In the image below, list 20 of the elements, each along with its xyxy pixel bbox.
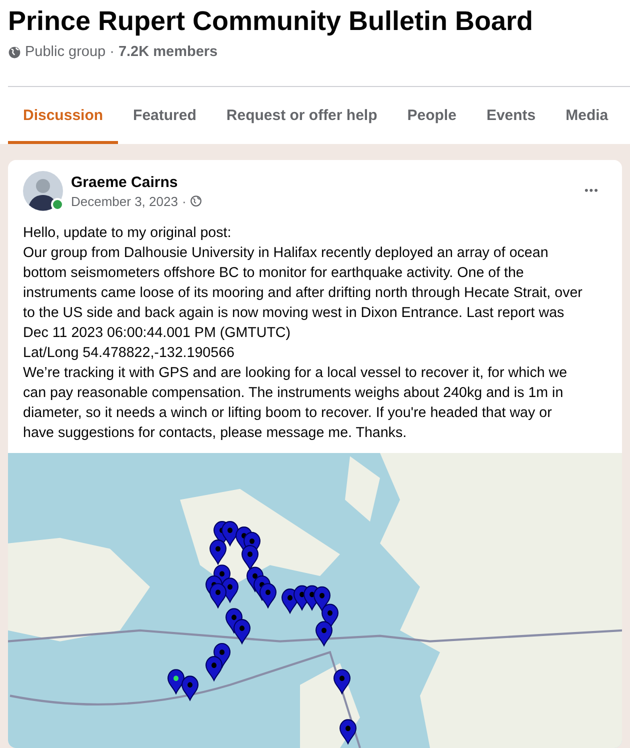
group-tab[interactable]: People: [392, 87, 472, 144]
separator-dot: ·: [182, 194, 186, 208]
more-options-button[interactable]: •••: [576, 181, 607, 201]
post-text: Dec 11 2023 06:00:44.001 PM (GMTUTC): [23, 324, 292, 343]
group-tab[interactable]: Media: [550, 87, 624, 144]
group-tab[interactable]: Discussion: [8, 87, 118, 144]
post-text: Our group from Dalhousie University in Halifax recently deployed an array of ocean bottom seismometers offshore BC to monitor for earthquake activity. One of the instruments came loose of its mooring and after drifting north through Hecate Strait, over to the US side and back again is now moving west in Dixon Entrance. Last report was: [23, 244, 584, 323]
post-text: Hello, update to my original post:: [23, 224, 232, 243]
separator-dot: ·: [110, 44, 114, 60]
member-count: 7.2K members: [118, 44, 218, 60]
author-name[interactable]: Graeme Cairns: [71, 174, 576, 190]
group-title: Prince Rupert Community Bulletin Board: [8, 5, 534, 37]
post-text: We’re tracking it with GPS and are looking for a local vessel to recover it, for which we can pay reasonable compensation. The instruments weighs about 240kg and is 1m in diameter, so it needs a winch or lifting boom to recover. If you're headed that way or have suggestions for contacts, please message me. Thanks.: [23, 364, 568, 443]
group-tab[interactable]: Request or offer help: [211, 87, 392, 144]
avatar-icon[interactable]: [23, 171, 63, 211]
post-date[interactable]: December 3, 2023: [71, 194, 178, 208]
group-tab[interactable]: Featured: [118, 87, 212, 144]
post-text: Lat/Long 54.478822,-132.190566: [23, 344, 236, 363]
group-tab[interactable]: Events: [471, 87, 551, 144]
privacy-label: Public group: [25, 44, 106, 60]
